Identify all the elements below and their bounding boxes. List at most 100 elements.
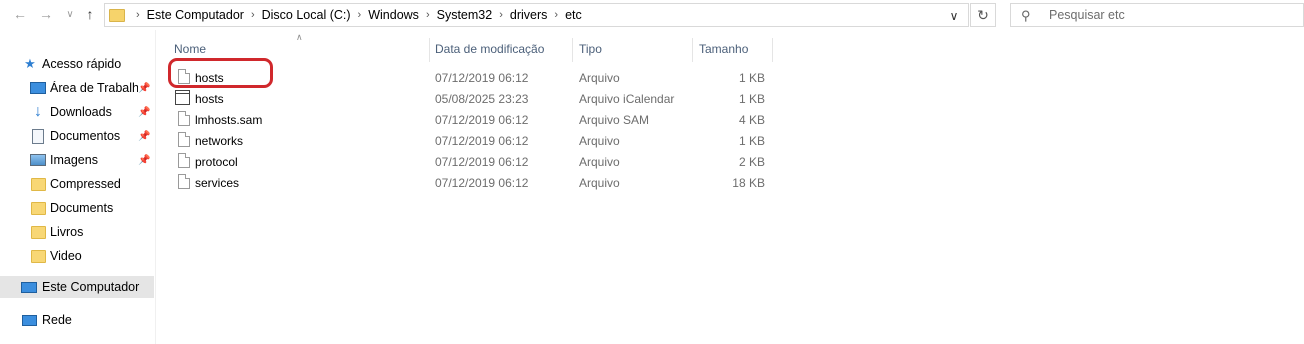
breadcrumb: › Este Computador › Disco Local (C:) › W… <box>129 4 582 26</box>
sidebar-item-label: Documents <box>50 201 114 215</box>
file-date: 07/12/2019 06:12 <box>435 133 529 148</box>
refresh-icon[interactable]: ↻ <box>970 3 996 27</box>
column-header-name[interactable]: Nome <box>174 38 206 60</box>
column-divider[interactable] <box>572 38 573 62</box>
column-divider[interactable] <box>772 38 773 62</box>
search-placeholder: Pesquisar etc <box>1049 8 1125 22</box>
file-size: 1 KB <box>738 133 765 148</box>
sidebar-item-compressed[interactable]: Compressed <box>0 173 154 195</box>
file-date: 07/12/2019 06:12 <box>435 175 529 190</box>
table-row[interactable]: protocol 07/12/2019 06:12 Arquivo 2 KB <box>172 151 772 172</box>
folder-icon <box>30 177 46 191</box>
folder-icon <box>109 9 125 22</box>
column-divider[interactable] <box>429 38 430 62</box>
breadcrumb-item[interactable]: Disco Local (C:) <box>262 8 351 22</box>
column-header-type[interactable]: Tipo <box>579 38 602 60</box>
column-header-label: Tamanho <box>699 42 749 56</box>
column-divider[interactable] <box>692 38 693 62</box>
file-date: 07/12/2019 06:12 <box>435 112 529 127</box>
sidebar-item-label: Imagens <box>50 153 98 167</box>
navigation-pane: ★ Acesso rápido Área de Trabalho 📌 ↓ Dow… <box>0 30 156 344</box>
file-type: Arquivo <box>579 175 620 190</box>
file-icon <box>178 111 190 126</box>
star-icon: ★ <box>24 56 36 71</box>
table-row[interactable]: networks 07/12/2019 06:12 Arquivo 1 KB <box>172 130 772 151</box>
annotation-highlight <box>168 58 273 88</box>
calendar-file-icon <box>175 90 190 105</box>
sidebar-item-label: Documentos <box>50 129 121 143</box>
address-bar[interactable]: › Este Computador › Disco Local (C:) › W… <box>104 3 969 27</box>
pin-icon: 📌 <box>138 82 151 94</box>
download-arrow-icon: ↓ <box>34 103 42 120</box>
desktop-icon <box>30 81 46 95</box>
sidebar-item-video[interactable]: Video <box>0 245 154 267</box>
sidebar-item-downloads[interactable]: ↓ Downloads 📌 <box>0 101 154 123</box>
chevron-right-icon[interactable]: › <box>251 9 255 21</box>
folder-icon <box>30 201 46 215</box>
chevron-down-icon[interactable]: ∨ <box>943 8 965 24</box>
breadcrumb-item[interactable]: Windows <box>368 8 419 22</box>
computer-icon <box>21 280 37 294</box>
file-type: Arquivo iCalendar <box>579 91 675 106</box>
file-size: 4 KB <box>738 112 765 127</box>
column-header-label: Nome <box>174 42 207 56</box>
pin-icon: 📌 <box>138 154 151 166</box>
chevron-right-icon[interactable]: › <box>426 9 430 21</box>
search-icon: ⚲ <box>1021 8 1031 23</box>
column-header-size[interactable]: Tamanho <box>699 38 748 60</box>
breadcrumb-item[interactable]: System32 <box>437 8 493 22</box>
up-arrow-icon[interactable]: ↑ <box>82 6 98 22</box>
chevron-right-icon: › <box>136 9 140 21</box>
table-row[interactable]: hosts 05/08/2025 23:23 Arquivo iCalendar… <box>172 88 772 109</box>
file-name: services <box>195 175 240 190</box>
file-icon <box>178 153 190 168</box>
breadcrumb-item[interactable]: Este Computador <box>147 8 244 22</box>
file-type: Arquivo <box>579 133 620 148</box>
sidebar-item-livros[interactable]: Livros <box>0 221 154 243</box>
folder-icon <box>30 225 46 239</box>
navigation-bar: ← → ∨ ↑ › Este Computador › Disco Local … <box>0 0 1304 30</box>
pictures-icon <box>30 153 46 167</box>
sidebar-item-documents-folder[interactable]: Documents <box>0 197 154 219</box>
recent-locations-chevron-icon[interactable]: ∨ <box>62 6 78 22</box>
sidebar-item-desktop[interactable]: Área de Trabalho 📌 <box>0 77 154 99</box>
file-name: networks <box>195 133 244 148</box>
table-row[interactable]: services 07/12/2019 06:12 Arquivo 18 KB <box>172 172 772 193</box>
network-icon <box>21 313 37 327</box>
pin-icon: 📌 <box>138 130 151 142</box>
file-name: lmhosts.sam <box>195 112 263 127</box>
file-type: Arquivo SAM <box>579 112 650 127</box>
file-date: 07/12/2019 06:12 <box>435 154 529 169</box>
sidebar-item-quick-access[interactable]: ★ Acesso rápido <box>0 53 154 75</box>
column-header-label: Data de modificação <box>435 42 545 56</box>
column-header-label: Tipo <box>579 42 602 56</box>
breadcrumb-item[interactable]: drivers <box>510 8 548 22</box>
file-type: Arquivo <box>579 154 620 169</box>
chevron-right-icon[interactable]: › <box>499 9 503 21</box>
sidebar-item-label: Downloads <box>50 105 112 119</box>
chevron-right-icon[interactable]: › <box>358 9 362 21</box>
column-header-date[interactable]: Data de modificação <box>435 38 544 60</box>
forward-arrow-icon[interactable]: → <box>38 6 54 22</box>
file-name: hosts <box>195 91 224 106</box>
table-row[interactable]: lmhosts.sam 07/12/2019 06:12 Arquivo SAM… <box>172 109 772 130</box>
sidebar-item-label: Rede <box>42 313 72 327</box>
search-input[interactable]: ⚲ Pesquisar etc <box>1010 3 1304 27</box>
chevron-right-icon[interactable]: › <box>554 9 558 21</box>
file-size: 1 KB <box>738 70 765 85</box>
sidebar-item-label: Livros <box>50 225 84 239</box>
sidebar-item-label: Compressed <box>50 177 121 191</box>
file-size: 1 KB <box>738 91 765 106</box>
sidebar-item-this-pc[interactable]: Este Computador <box>0 276 154 298</box>
file-type: Arquivo <box>579 70 620 85</box>
file-size: 18 KB <box>732 175 765 190</box>
breadcrumb-item[interactable]: etc <box>565 8 582 22</box>
sidebar-item-label: Este Computador <box>42 280 140 294</box>
sidebar-item-pictures[interactable]: Imagens 📌 <box>0 149 154 171</box>
sort-ascending-icon: ∧ <box>296 32 303 42</box>
back-arrow-icon[interactable]: ← <box>12 6 28 22</box>
file-icon <box>178 174 190 189</box>
sidebar-item-network[interactable]: Rede <box>0 309 154 331</box>
pin-icon: 📌 <box>138 106 151 118</box>
sidebar-item-documents[interactable]: Documentos 📌 <box>0 125 154 147</box>
